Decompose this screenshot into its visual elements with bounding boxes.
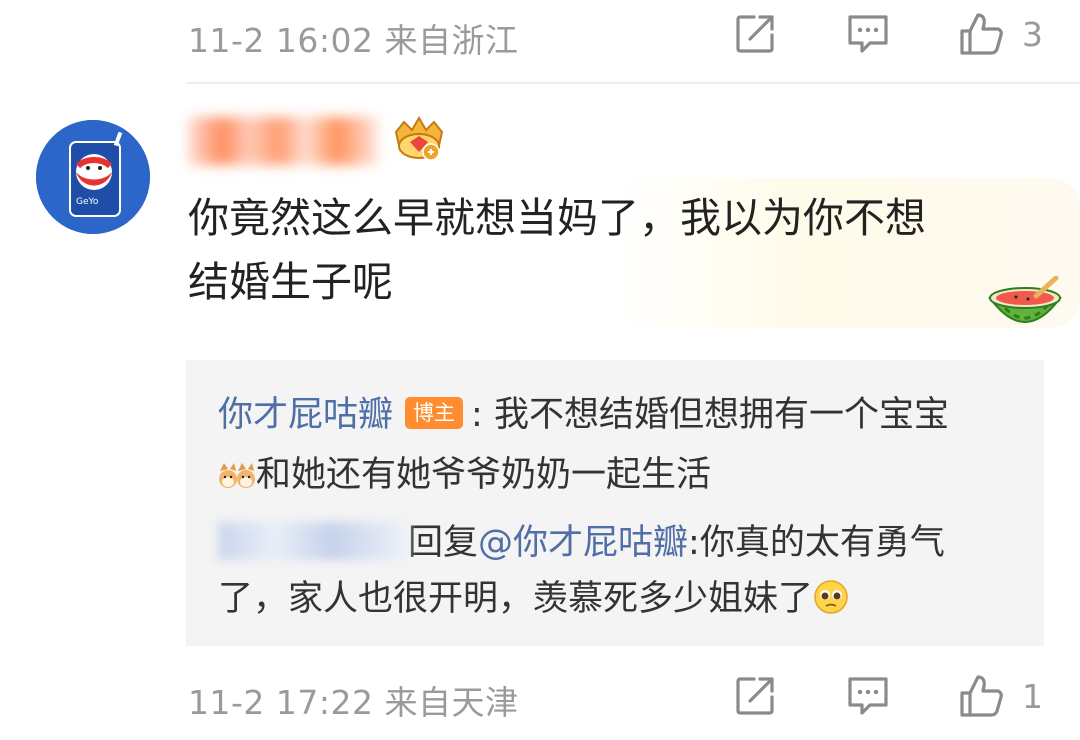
second-reply-text-1: :你真的太有勇气 bbox=[688, 523, 945, 563]
share-icon bbox=[736, 15, 774, 53]
avatar-brand-text: GeYo bbox=[76, 197, 99, 207]
comment-divider bbox=[186, 82, 1080, 84]
first-reply-text-2: 和她还有她爷爷奶奶一起生活 bbox=[256, 455, 712, 495]
comment-text[interactable]: 你竟然这么早就想当妈了，我以为你不想 结婚生子呢 bbox=[188, 186, 1028, 314]
first-reply-text-1: 我不想结婚但想拥有一个宝宝 bbox=[493, 395, 949, 435]
reply-author-link[interactable]: 你才屁咕瓣 bbox=[218, 395, 393, 435]
second-reply-line-2: 了，家人也很开明，羡慕死多少姐妹了 bbox=[218, 568, 849, 635]
avatar-drink-can-image: GeYo bbox=[36, 120, 150, 234]
watermelon-icon bbox=[988, 275, 1062, 323]
top-comment-meta-row: 11-2 16:02 来自浙江 3 bbox=[0, 0, 1080, 72]
shiba-emoji bbox=[218, 449, 256, 511]
comment-text-line-1: 你竟然这么早就想当妈了，我以为你不想 bbox=[188, 194, 926, 242]
shiba-emoji-icon bbox=[219, 463, 255, 488]
username-blurred[interactable] bbox=[188, 117, 378, 165]
comment-button[interactable] bbox=[846, 674, 890, 718]
like-button[interactable]: 3 bbox=[958, 12, 1043, 56]
comment-time-location: 11-2 17:22 来自天津 bbox=[188, 683, 519, 722]
comment-text-line-2: 结婚生子呢 bbox=[188, 258, 393, 306]
mention-link[interactable]: @你才屁咕瓣 bbox=[478, 523, 688, 563]
share-button[interactable] bbox=[734, 674, 776, 718]
comment-time-location: 11-2 16:02 来自浙江 bbox=[188, 21, 519, 60]
first-reply-line-2: 和她还有她爷爷奶奶一起生活 bbox=[218, 444, 711, 511]
comment-button[interactable] bbox=[846, 12, 890, 56]
crown-badge-icon bbox=[394, 116, 444, 161]
comment-icon bbox=[848, 15, 888, 53]
pleading-face-emoji-icon bbox=[814, 580, 848, 614]
pleading-face-emoji bbox=[813, 573, 849, 635]
watermelon-decoration bbox=[986, 275, 1064, 342]
share-icon bbox=[736, 677, 774, 715]
bottom-comment-meta-row: 11-2 17:22 来自天津 1 bbox=[0, 662, 1080, 734]
second-reply-line-1: 回复@你才屁咕瓣:你真的太有勇气 bbox=[218, 512, 945, 574]
reply-word: 回复 bbox=[408, 523, 479, 563]
first-reply-line-1: 你才屁咕瓣 博主: 我不想结婚但想拥有一个宝宝 bbox=[218, 384, 949, 446]
like-icon bbox=[960, 13, 1003, 55]
like-button[interactable]: 1 bbox=[958, 674, 1043, 718]
second-reply-text-2: 了，家人也很开明，羡慕死多少姐妹了 bbox=[218, 579, 814, 619]
like-count: 1 bbox=[1022, 676, 1043, 716]
like-count: 3 bbox=[1022, 14, 1043, 54]
blogger-badge: 博主 bbox=[405, 397, 464, 429]
reply-separator: : bbox=[471, 395, 494, 435]
share-button[interactable] bbox=[734, 12, 776, 56]
user-level-badge[interactable] bbox=[390, 116, 448, 168]
second-reply-author-blurred[interactable] bbox=[218, 522, 408, 560]
like-icon bbox=[960, 675, 1003, 717]
comment-icon bbox=[848, 677, 888, 715]
user-avatar[interactable]: GeYo bbox=[36, 120, 150, 234]
